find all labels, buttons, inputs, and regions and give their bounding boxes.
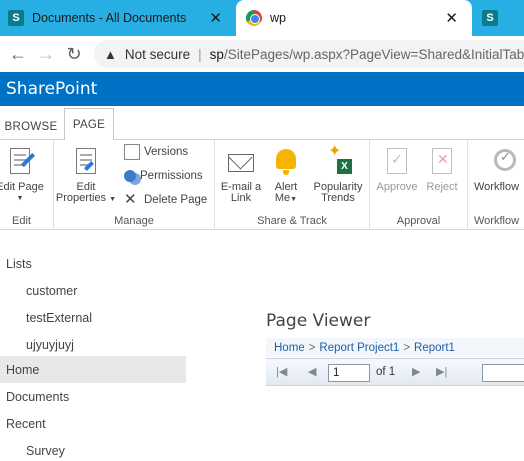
nav-item-documents[interactable]: Documents (0, 383, 186, 410)
edit-properties-label-2: Properties (55, 192, 107, 204)
permissions-icon (124, 170, 136, 182)
group-label-workflow: Workflow (474, 215, 520, 227)
ribbon-tab-row: BROWSE PAGE (0, 106, 524, 141)
ribbon-group-approval: Approve Reject Approval (370, 140, 468, 230)
reject-icon (426, 146, 458, 178)
chrome-icon (246, 10, 262, 26)
suite-bar: SharePoint (0, 72, 524, 106)
delete-page-label: Delete Page (144, 194, 208, 206)
ribbon-group-edit: Edit Page ▼ Edit (0, 140, 54, 230)
ribbon: Edit Page ▼ Edit Edit Properties ▼ Versi… (0, 140, 524, 230)
edit-properties-button[interactable]: Edit Properties ▼ (54, 146, 118, 205)
breadcrumb-report-project[interactable]: Report Project1 (319, 342, 399, 354)
next-page-icon[interactable]: ▶ (412, 365, 420, 378)
close-icon[interactable]: ✕ (209, 9, 222, 27)
address-separator: | (198, 46, 202, 62)
workflow-icon (488, 146, 520, 178)
alert-me-button[interactable]: Alert Me▼ (267, 146, 305, 205)
ribbon-group-share-track: E-mail a Link Alert Me▼ ✦ X Popularity Tr… (215, 140, 370, 230)
envelope-icon (225, 146, 257, 178)
workflows-label: Workflow (474, 181, 520, 193)
reject-button[interactable]: Reject (422, 146, 462, 193)
nav-item-survey[interactable]: Survey (0, 437, 186, 461)
security-label[interactable]: Not secure (125, 47, 190, 62)
address-bar[interactable]: ▲ Not secure | sp/SitePages/wp.aspx?Page… (94, 40, 524, 68)
group-label-share-track: Share & Track (257, 215, 327, 227)
group-label-manage: Manage (114, 215, 154, 227)
chevron-down-icon: ▼ (290, 196, 298, 203)
browser-tab-wp[interactable]: wp ✕ (236, 0, 472, 36)
page-title: Page Viewer (266, 311, 371, 331)
ribbon-group-workflow: Workflow Workflow (468, 140, 524, 230)
tab-browse[interactable]: BROWSE (5, 114, 58, 140)
browser-toolbar: ← → ↻ ▲ Not secure | sp/SitePages/wp.asp… (0, 36, 524, 72)
nav-item-customer[interactable]: customer (0, 277, 186, 304)
email-link-label-2: Link (230, 192, 252, 204)
breadcrumb-home[interactable]: Home (274, 342, 305, 354)
report-viewer-toolbar: |◀ ◀ of 1 ▶ ▶| (266, 358, 524, 386)
url-host: sp (209, 46, 224, 62)
url-text[interactable]: sp/SitePages/wp.aspx?PageView=Shared&Ini… (210, 47, 524, 62)
browser-tab-third[interactable]: S (474, 0, 524, 36)
sharepoint-icon: S (8, 10, 24, 26)
browser-tab-strip: S Documents - All Documents ✕ wp ✕ S (0, 0, 524, 36)
browser-tab-documents[interactable]: S Documents - All Documents ✕ (0, 0, 236, 36)
browser-tab-title: wp (270, 11, 286, 25)
edit-page-button[interactable]: Edit Page ▼ (0, 146, 50, 204)
nav-item-lists[interactable]: Lists (0, 250, 186, 277)
email-link-button[interactable]: E-mail a Link (217, 146, 265, 204)
permissions-button[interactable]: Permissions (124, 166, 203, 186)
browser-tab-title: Documents - All Documents (32, 11, 187, 25)
nav-item-ujyuyjuyj[interactable]: ujyuyjuyj (0, 331, 186, 358)
group-label-approval: Approval (396, 215, 441, 227)
versions-icon (124, 144, 140, 160)
page-number-input[interactable] (328, 364, 370, 382)
chevron-down-icon: ▼ (16, 195, 24, 202)
page-count-label: of 1 (376, 366, 396, 378)
alert-me-label-2: Me (274, 192, 291, 204)
popularity-trends-icon: ✦ X (322, 144, 354, 178)
nav-item-home[interactable]: Home (0, 356, 186, 383)
reload-icon[interactable]: ↻ (60, 44, 88, 65)
forward-arrow-icon[interactable]: → (32, 44, 60, 65)
previous-page-icon[interactable]: ◀ (308, 365, 316, 378)
ribbon-group-manage: Edit Properties ▼ Versions Permissions ✕… (54, 140, 215, 230)
last-page-icon[interactable]: ▶| (436, 365, 447, 378)
approve-icon (381, 146, 413, 178)
approve-label: Approve (376, 181, 418, 193)
first-page-icon[interactable]: |◀ (276, 365, 287, 378)
warning-icon[interactable]: ▲ (104, 47, 117, 62)
edit-page-icon (4, 146, 36, 178)
delete-page-button[interactable]: ✕ Delete Page (124, 190, 207, 210)
sharepoint-icon: S (482, 10, 498, 26)
back-arrow-icon[interactable]: ← (4, 44, 32, 65)
group-label-edit: Edit (12, 215, 31, 227)
edit-properties-icon (70, 146, 102, 178)
chevron-down-icon: ▼ (109, 196, 117, 203)
breadcrumb-separator: > (308, 341, 316, 354)
popularity-trends-label-2: Trends (321, 192, 355, 204)
bell-icon (270, 146, 302, 178)
url-path: /SitePages/wp.aspx?PageView=Shared&Initi… (223, 46, 524, 62)
find-input[interactable] (482, 364, 524, 382)
close-icon[interactable]: ✕ (445, 9, 458, 27)
delete-icon: ✕ (124, 191, 137, 208)
edit-page-label: Edit Page (0, 181, 44, 193)
breadcrumb-separator: > (403, 341, 411, 354)
popularity-trends-button[interactable]: ✦ X Popularity Trends (307, 144, 369, 204)
nav-item-testexternal[interactable]: testExternal (0, 304, 186, 331)
breadcrumb: Home > Report Project1 > Report1 (266, 338, 524, 357)
reject-label: Reject (426, 181, 458, 193)
breadcrumb-report[interactable]: Report1 (414, 342, 455, 354)
sharepoint-brand[interactable]: SharePoint (6, 79, 97, 99)
versions-label: Versions (144, 146, 189, 158)
permissions-label: Permissions (140, 170, 203, 182)
tab-page[interactable]: PAGE (64, 108, 114, 141)
versions-button[interactable]: Versions (124, 142, 188, 162)
workflows-button[interactable]: Workflow (474, 146, 524, 193)
nav-item-recent[interactable]: Recent (0, 410, 186, 437)
approve-button[interactable]: Approve (374, 146, 420, 193)
